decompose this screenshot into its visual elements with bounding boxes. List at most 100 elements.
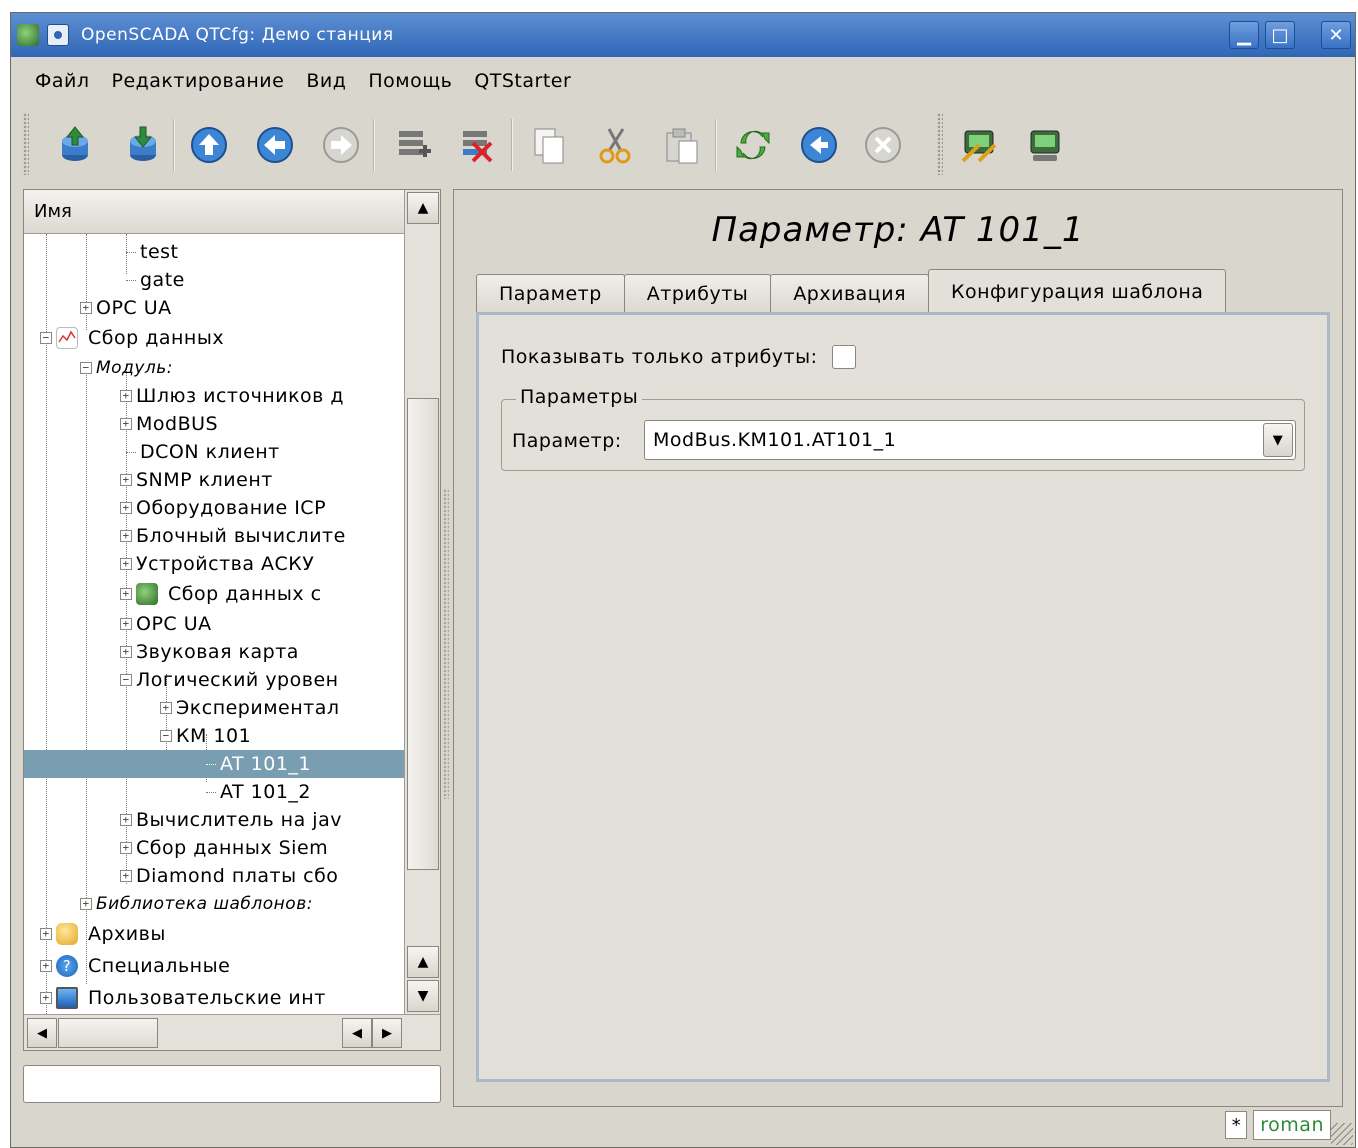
paste-icon[interactable] bbox=[661, 125, 701, 165]
stop-icon[interactable] bbox=[863, 125, 903, 165]
copy-icon[interactable] bbox=[529, 125, 569, 165]
back-icon[interactable] bbox=[255, 125, 295, 165]
refresh-icon[interactable] bbox=[733, 125, 773, 165]
tree-item[interactable]: + Сбор данных Siem bbox=[120, 834, 328, 862]
tree-item[interactable]: + Звуковая карта bbox=[120, 638, 299, 666]
param-select[interactable]: ModBus.KM101.AT101_1 ▼ bbox=[644, 420, 1296, 460]
tree-column-header[interactable]: Имя bbox=[24, 190, 404, 234]
tree-item[interactable]: − Модуль: bbox=[80, 354, 173, 382]
expand-icon[interactable]: + bbox=[120, 870, 132, 882]
expand-icon[interactable]: + bbox=[160, 702, 172, 714]
expand-icon[interactable]: + bbox=[40, 992, 52, 1004]
collapse-icon[interactable]: − bbox=[160, 730, 172, 742]
tree-item[interactable]: + Устройства АСКУ bbox=[120, 550, 314, 578]
tree-item[interactable]: + Шлюз источников д bbox=[120, 382, 344, 410]
tree-item[interactable]: − Сбор данных bbox=[40, 324, 224, 352]
expand-icon[interactable]: + bbox=[120, 390, 132, 402]
tab-template-config[interactable]: Конфигурация шаблона bbox=[928, 269, 1227, 313]
add-item-icon[interactable] bbox=[393, 125, 433, 165]
tree-item[interactable]: test bbox=[126, 238, 179, 266]
expand-icon[interactable]: + bbox=[80, 898, 92, 910]
expand-icon[interactable]: + bbox=[120, 558, 132, 570]
tree-item[interactable]: DCON клиент bbox=[126, 438, 280, 466]
pane-splitter[interactable] bbox=[443, 489, 449, 799]
cut-icon[interactable] bbox=[595, 125, 635, 165]
scroll-up-icon[interactable]: ▲ bbox=[407, 192, 439, 224]
resize-grip-icon[interactable] bbox=[1331, 1123, 1353, 1145]
show-only-attrs-checkbox[interactable] bbox=[831, 345, 856, 369]
tree-item[interactable]: + Блочный вычислите bbox=[120, 522, 346, 550]
tab-attributes[interactable]: Атрибуты bbox=[623, 274, 772, 312]
tree-item[interactable]: + OPC UA bbox=[120, 610, 212, 638]
tree-item[interactable]: gate bbox=[126, 266, 185, 294]
up-icon[interactable] bbox=[189, 125, 229, 165]
toolbar-grip[interactable] bbox=[937, 113, 943, 175]
db-save-icon[interactable] bbox=[123, 125, 163, 165]
expand-icon[interactable]: + bbox=[120, 502, 132, 514]
modified-indicator[interactable]: * bbox=[1225, 1111, 1248, 1139]
expand-icon[interactable]: + bbox=[40, 928, 52, 940]
expand-icon[interactable]: + bbox=[120, 530, 132, 542]
maximize-button[interactable]: □ bbox=[1265, 21, 1295, 49]
scroll-right-icon[interactable]: ▶ bbox=[372, 1018, 402, 1048]
app-icon[interactable] bbox=[17, 24, 39, 46]
starter-config-icon[interactable] bbox=[959, 125, 999, 165]
toolbar-grip[interactable] bbox=[23, 113, 29, 175]
window-menu-icon[interactable] bbox=[47, 24, 69, 46]
tree-item[interactable]: + Экспериментал bbox=[160, 694, 340, 722]
expand-icon[interactable]: + bbox=[120, 814, 132, 826]
forward-icon[interactable] bbox=[321, 125, 361, 165]
collapse-icon[interactable]: − bbox=[40, 332, 52, 344]
menu-file[interactable]: Файл bbox=[35, 70, 90, 92]
tree-item[interactable]: + Сбор данных с bbox=[120, 580, 322, 608]
title-bar[interactable]: OpenSCADA QTCfg: Демо станция ▁ □ ✕ bbox=[11, 13, 1355, 57]
expand-icon[interactable]: + bbox=[120, 418, 132, 430]
start-icon[interactable] bbox=[799, 125, 839, 165]
tree-vertical-scrollbar[interactable]: ▲ ▲ ▼ bbox=[404, 190, 440, 1016]
delete-item-icon[interactable] bbox=[457, 125, 497, 165]
scroll-thumb[interactable] bbox=[58, 1018, 158, 1048]
tree-item[interactable]: +? Специальные bbox=[40, 952, 230, 980]
menu-edit[interactable]: Редактирование bbox=[112, 70, 285, 92]
minimize-button[interactable]: ▁ bbox=[1229, 21, 1259, 49]
message-field[interactable] bbox=[23, 1065, 441, 1103]
expand-icon[interactable]: + bbox=[80, 302, 92, 314]
user-indicator[interactable]: roman bbox=[1253, 1110, 1331, 1140]
menu-view[interactable]: Вид bbox=[306, 70, 346, 92]
collapse-icon[interactable]: − bbox=[120, 674, 132, 686]
tree-item[interactable]: AT 101_2 bbox=[206, 778, 311, 806]
expand-icon[interactable]: + bbox=[120, 618, 132, 630]
close-button[interactable]: ✕ bbox=[1321, 21, 1351, 49]
chevron-down-icon[interactable]: ▼ bbox=[1263, 423, 1293, 457]
scroll-up-icon[interactable]: ▲ bbox=[407, 946, 439, 978]
tree-item[interactable]: + ModBUS bbox=[120, 410, 218, 438]
tree-item[interactable]: − КМ 101 bbox=[160, 722, 251, 750]
expand-icon[interactable]: + bbox=[120, 474, 132, 486]
menu-help[interactable]: Помощь bbox=[368, 70, 452, 92]
tree-item[interactable]: + SNMP клиент bbox=[120, 466, 273, 494]
db-load-icon[interactable] bbox=[55, 125, 95, 165]
expand-icon[interactable]: + bbox=[120, 646, 132, 658]
tree-item-selected[interactable]: AT 101_1 bbox=[24, 750, 404, 778]
tree-item[interactable]: + Diamond платы сбо bbox=[120, 862, 338, 890]
tree-item[interactable]: + Оборудование ICP bbox=[120, 494, 326, 522]
scroll-thumb[interactable] bbox=[407, 398, 439, 870]
tree-item[interactable]: + Библиотека шаблонов: bbox=[80, 890, 313, 918]
tab-archiving[interactable]: Архивация bbox=[770, 274, 930, 312]
scroll-left-icon[interactable]: ◀ bbox=[27, 1018, 57, 1048]
expand-icon[interactable]: + bbox=[120, 588, 132, 600]
menu-qtstarter[interactable]: QTStarter bbox=[474, 70, 571, 92]
tree-item[interactable]: + OPC UA bbox=[80, 294, 172, 322]
tree-horizontal-scrollbar[interactable]: ◀ ◀ ▶ bbox=[24, 1014, 440, 1050]
tab-parameter[interactable]: Параметр bbox=[476, 274, 625, 312]
tree-item[interactable]: + Пользовательские инт bbox=[40, 984, 326, 1012]
starter-run-icon[interactable] bbox=[1025, 125, 1065, 165]
scroll-down-icon[interactable]: ▼ bbox=[407, 980, 439, 1012]
tree-item[interactable]: − Логический уровен bbox=[120, 666, 339, 694]
expand-icon[interactable]: + bbox=[120, 842, 132, 854]
tree-item[interactable]: + Архивы bbox=[40, 920, 166, 948]
expand-icon[interactable]: + bbox=[40, 960, 52, 972]
tree-view[interactable]: test gate + OPC UA − Сбор данных − Модуль: … bbox=[24, 234, 404, 1016]
collapse-icon[interactable]: − bbox=[80, 362, 92, 374]
tree-item[interactable]: + Вычислитель на jav bbox=[120, 806, 342, 834]
